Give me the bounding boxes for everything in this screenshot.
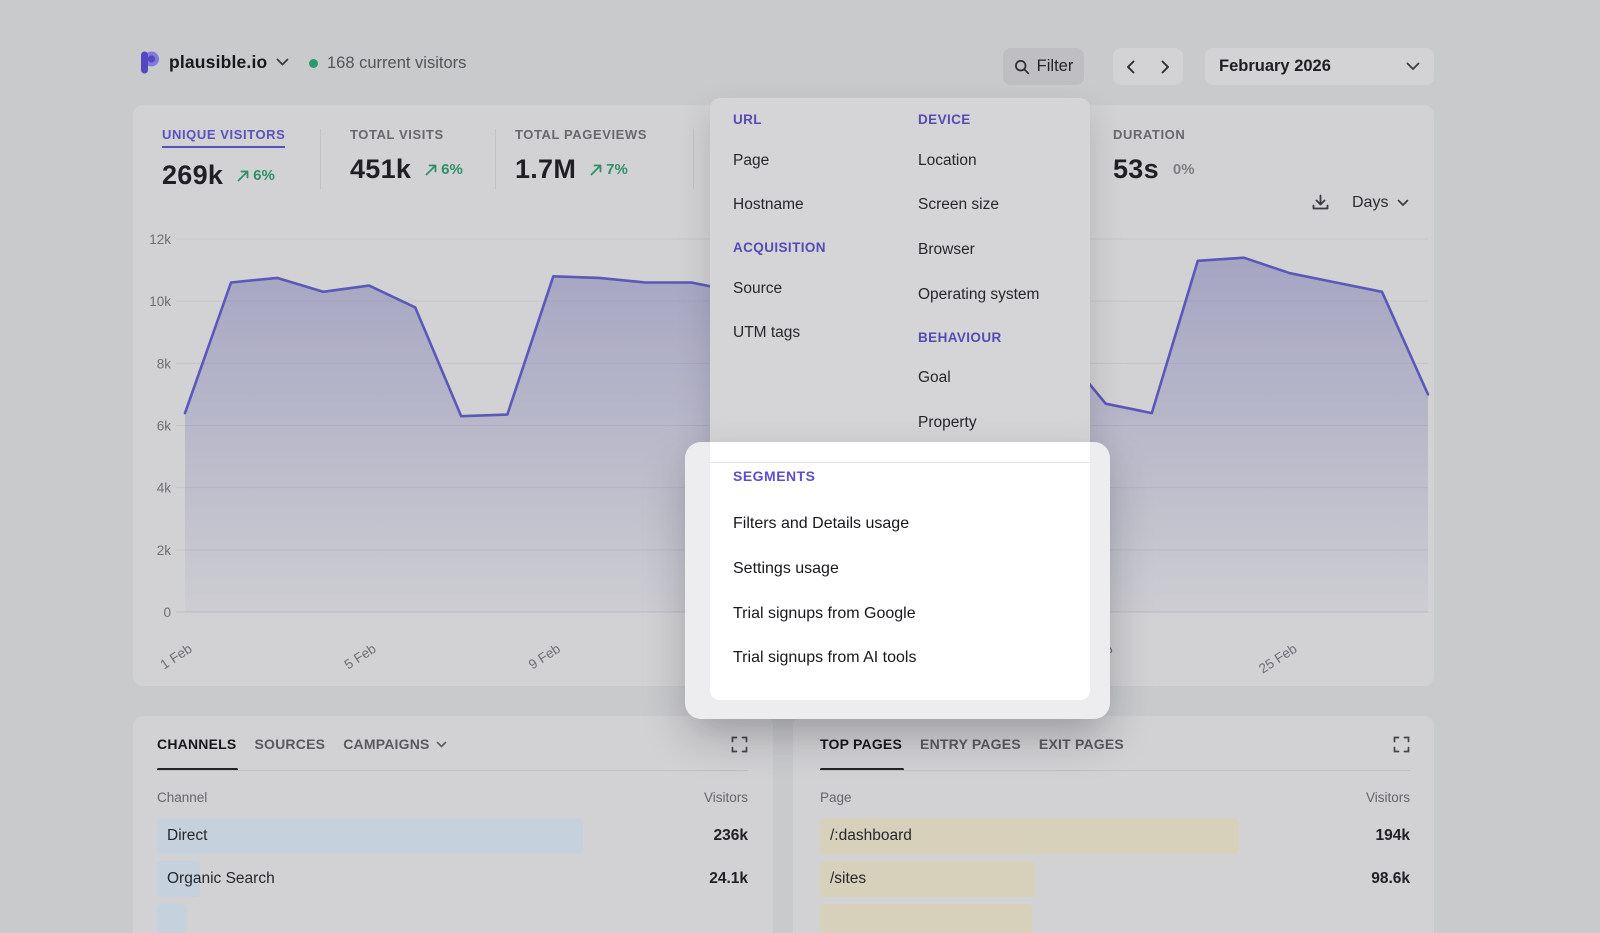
plausible-logo-icon [138,50,160,74]
table-row[interactable]: /:dashboard 194k [820,818,1410,854]
filter-item-page[interactable]: Page [733,152,769,170]
filter-group-url: URL [733,112,762,127]
tab-channels[interactable]: CHANNELS [157,736,236,752]
segments-heading: SEGMENTS [733,468,816,484]
chevron-down-icon [1406,62,1420,71]
next-period-button[interactable] [1148,48,1183,85]
svg-text:9 Feb: 9 Feb [526,641,563,672]
row-name: Direct [167,818,207,854]
current-visitors-label: 168 current visitors [327,54,466,73]
svg-text:8k: 8k [157,356,172,371]
row-name: Organic Search [167,861,275,897]
svg-text:25 Feb: 25 Feb [1256,641,1299,676]
svg-text:6k: 6k [157,419,172,434]
segment-settings-usage[interactable]: Settings usage [733,560,839,578]
filter-item-location[interactable]: Location [918,152,977,170]
plausible-dashboard: { "header": { "site": "plausible.io", "c… [0,0,1600,933]
site-name: plausible.io [169,52,267,73]
tabs-divider [157,770,748,771]
filter-group-acquisition: ACQUISITION [733,240,826,255]
expand-icon[interactable] [731,736,748,753]
filter-item-browser[interactable]: Browser [918,241,975,259]
svg-text:2k: 2k [157,543,172,558]
segment-filters-details-usage[interactable]: Filters and Details usage [733,515,909,533]
filter-item-hostname[interactable]: Hostname [733,196,804,214]
sources-card: CHANNELS SOURCES CAMPAIGNS Channel Visit… [133,716,773,933]
filter-group-device: DEVICE [918,112,971,127]
site-switcher[interactable]: plausible.io [138,50,289,74]
table-row[interactable]: Organic Search 24.1k [157,861,748,897]
table-row[interactable]: /sites 98.6k [820,861,1410,897]
table-row-partial[interactable] [820,904,1410,933]
row-value: 98.6k [1371,861,1410,897]
table-header: Page Visitors [820,790,1410,805]
tab-campaigns[interactable]: CAMPAIGNS [343,736,446,752]
svg-text:10k: 10k [149,294,171,309]
prev-period-button[interactable] [1113,48,1148,85]
top-bar: plausible.io 168 current visitors Filter… [133,46,1434,86]
pages-tabs: TOP PAGES ENTRY PAGES EXIT PAGES [820,736,1124,752]
tab-exit-pages[interactable]: EXIT PAGES [1039,736,1124,752]
live-dot-icon [309,59,318,68]
row-value: 24.1k [709,861,748,897]
svg-text:0: 0 [163,605,171,620]
row-bar [820,904,1032,933]
chevron-down-icon [436,741,447,748]
chevron-left-icon [1126,60,1135,74]
chevron-down-icon [276,58,289,66]
row-value: 194k [1376,818,1410,854]
svg-text:5 Feb: 5 Feb [342,641,379,672]
row-bar [157,904,187,933]
search-icon [1014,59,1030,75]
filter-button[interactable]: Filter [1003,48,1084,85]
row-value: 236k [714,818,748,854]
date-nav [1113,48,1183,85]
current-visitors[interactable]: 168 current visitors [309,54,466,73]
chevron-right-icon [1161,60,1170,74]
date-range-select[interactable]: February 2026 [1205,48,1434,85]
col-visitors: Visitors [704,790,748,805]
tab-sources[interactable]: SOURCES [254,736,325,752]
svg-text:4k: 4k [157,481,172,496]
pages-card: TOP PAGES ENTRY PAGES EXIT PAGES Page Vi… [793,716,1434,933]
filter-item-screen-size[interactable]: Screen size [918,196,999,214]
segment-trial-signups-ai-tools[interactable]: Trial signups from AI tools [733,649,916,667]
col-channel: Channel [157,790,207,805]
row-name: /sites [830,861,866,897]
col-visitors: Visitors [1366,790,1410,805]
svg-text:12k: 12k [149,232,171,247]
table-header: Channel Visitors [157,790,748,805]
tabs-divider [820,770,1410,771]
row-name: /:dashboard [830,818,912,854]
filter-item-source[interactable]: Source [733,280,782,298]
expand-icon[interactable] [1393,736,1410,753]
sources-tabs: CHANNELS SOURCES CAMPAIGNS [157,736,447,752]
tab-entry-pages[interactable]: ENTRY PAGES [920,736,1021,752]
col-page: Page [820,790,852,805]
filter-group-behaviour: BEHAVIOUR [918,330,1002,345]
table-row-partial[interactable] [157,904,748,933]
table-row[interactable]: Direct 236k [157,818,748,854]
date-range-label: February 2026 [1219,57,1331,76]
segments-spotlight: SEGMENTS Filters and Details usage Setti… [685,442,1110,719]
filter-button-label: Filter [1037,57,1074,76]
segments-divider [710,462,1090,463]
segment-trial-signups-google[interactable]: Trial signups from Google [733,605,916,623]
svg-text:1 Feb: 1 Feb [158,641,195,672]
filter-item-goal[interactable]: Goal [918,369,951,387]
row-bar [157,818,583,854]
tab-top-pages[interactable]: TOP PAGES [820,736,902,752]
filter-item-utm-tags[interactable]: UTM tags [733,324,800,342]
filter-item-property[interactable]: Property [918,414,977,432]
filter-item-operating-system[interactable]: Operating system [918,286,1039,304]
